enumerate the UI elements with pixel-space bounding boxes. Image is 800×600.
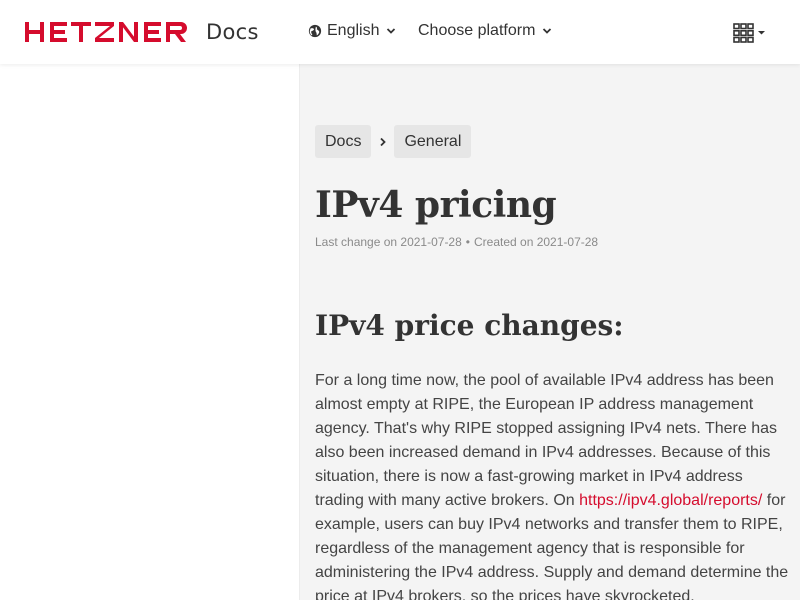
last-change-date: Last change on 2021-07-28 [315, 235, 462, 249]
brand-docs-label[interactable]: Docs [206, 20, 259, 44]
apps-menu-button[interactable] [733, 23, 767, 43]
breadcrumb-item-docs[interactable]: Docs [315, 125, 372, 158]
platform-dropdown[interactable]: Choose platform [418, 22, 552, 40]
sidebar [0, 64, 300, 600]
platform-label: Choose platform [418, 22, 536, 39]
language-dropdown[interactable]: English [308, 22, 396, 40]
hetzner-logo[interactable] [25, 20, 197, 44]
globe-icon [308, 24, 322, 38]
ipv4-reports-link[interactable]: https://ipv4.global/reports/ [579, 492, 762, 509]
meta-separator: • [465, 235, 470, 249]
page-title: IPv4 pricing [315, 184, 557, 226]
paragraph-text-before-link: For a long time now, the pool of availab… [315, 372, 777, 509]
breadcrumb-item-general[interactable]: General [394, 125, 472, 158]
article-paragraph: For a long time now, the pool of availab… [315, 369, 790, 600]
top-navbar: Docs English Choose platform [0, 0, 800, 64]
breadcrumb-separator [371, 125, 394, 158]
language-label: English [327, 22, 380, 39]
chevron-down-icon [387, 28, 396, 34]
breadcrumb: Docs General [315, 125, 472, 158]
chevron-right-icon [380, 137, 386, 146]
grid-icon [733, 23, 765, 43]
created-date: Created on 2021-07-28 [474, 235, 599, 249]
hetzner-logo-icon [25, 22, 187, 42]
chevron-down-icon [543, 28, 552, 34]
section-heading: IPv4 price changes: [315, 309, 624, 342]
main-content: Docs General IPv4 pricing Last change on… [300, 64, 800, 600]
article-meta: Last change on 2021-07-28 • Created on 2… [315, 235, 598, 249]
